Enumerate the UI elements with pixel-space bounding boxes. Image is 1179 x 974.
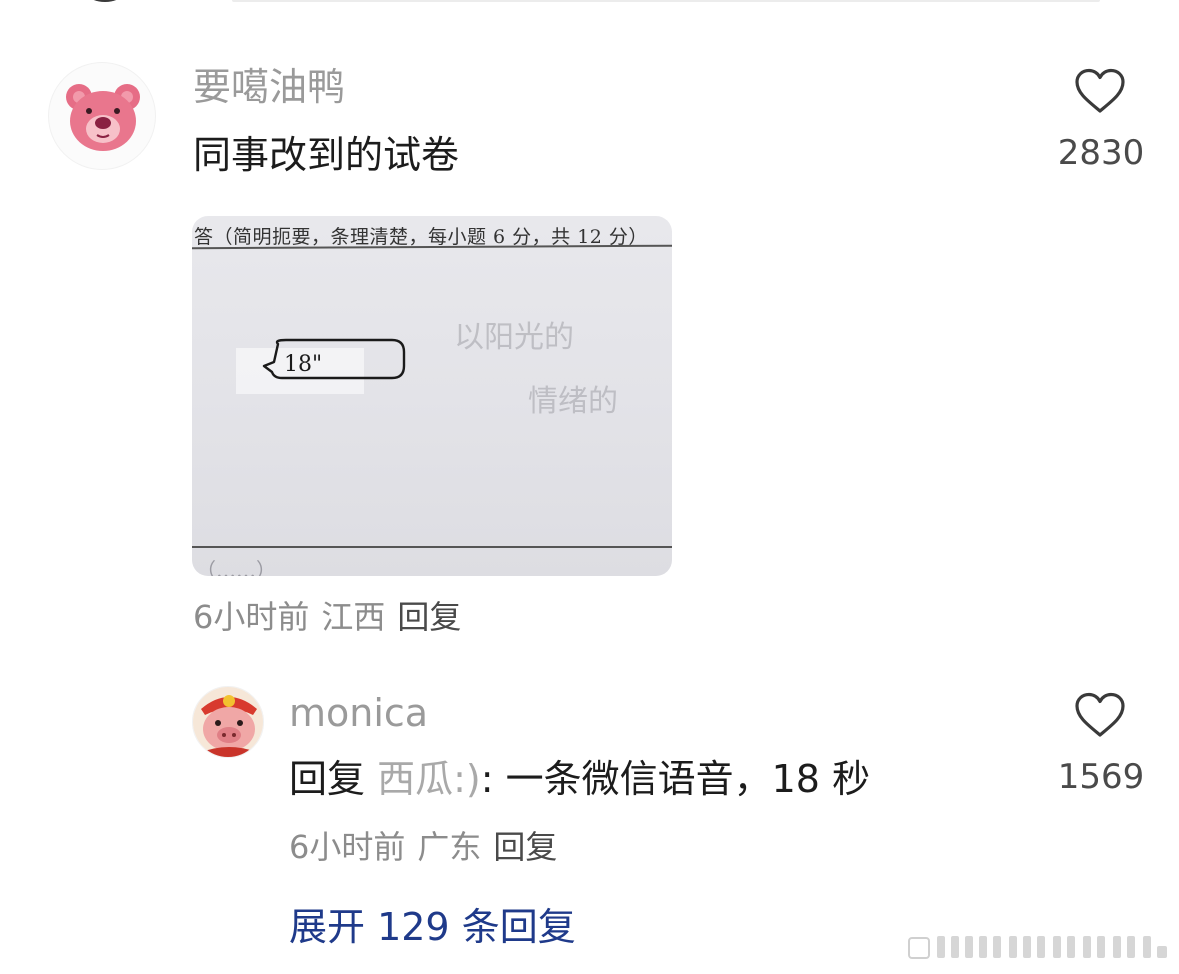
expand-replies-button[interactable]: 展开 129 条回复 <box>289 908 576 946</box>
reply-prefix: 回复 <box>289 757 366 801</box>
reply-location: 广东 <box>417 828 482 866</box>
pig-hero-avatar-icon <box>193 687 263 757</box>
reply-meta: 6小时前 广东 回复 <box>289 831 569 863</box>
exam-rule-bottom <box>192 546 672 548</box>
comment-like-button[interactable] <box>1074 68 1126 118</box>
pink-bear-avatar-icon <box>66 84 140 151</box>
reply-text: 回复 西瓜:): 一条微信语音，18 秒 <box>289 760 870 798</box>
heart-icon <box>1075 692 1125 737</box>
reply-body: : 一条微信语音，18 秒 <box>480 757 871 801</box>
bubble-handwriting: 18" <box>284 352 323 377</box>
comment-avatar[interactable] <box>48 62 156 170</box>
divider <box>232 0 1100 2</box>
comment-time: 6小时前 <box>193 598 310 636</box>
comment-text: 同事改到的试卷 <box>193 133 460 177</box>
comment-meta: 6小时前 江西 回复 <box>193 601 473 633</box>
reply-target-user[interactable]: 西瓜:) <box>377 757 481 801</box>
comment-image[interactable]: 答（简明扼要，条理清楚，每小题 6 分，共 12 分） 以阳光的 情绪的 18"… <box>192 216 672 576</box>
watermark-logo <box>908 936 1167 959</box>
reply-time: 6小时前 <box>289 828 406 866</box>
ghost-text: 情绪的 <box>528 384 618 419</box>
comment-reply-button[interactable]: 回复 <box>397 598 461 636</box>
previous-item-fragment <box>88 0 122 2</box>
comment-username[interactable]: 要噶油鸭 <box>193 68 345 106</box>
reply-like-count: 1569 <box>1057 757 1145 797</box>
reply-username[interactable]: monica <box>289 694 428 732</box>
comment-location: 江西 <box>321 598 386 636</box>
exam-bottom-text: （……） <box>196 558 276 576</box>
reply-reply-button[interactable]: 回复 <box>493 828 557 866</box>
ghost-text: 以阳光的 <box>454 320 574 355</box>
reply-like-button[interactable] <box>1074 692 1126 742</box>
reply-avatar[interactable] <box>192 686 264 758</box>
comment-like-count: 2830 <box>1057 133 1145 173</box>
heart-icon <box>1075 68 1125 113</box>
